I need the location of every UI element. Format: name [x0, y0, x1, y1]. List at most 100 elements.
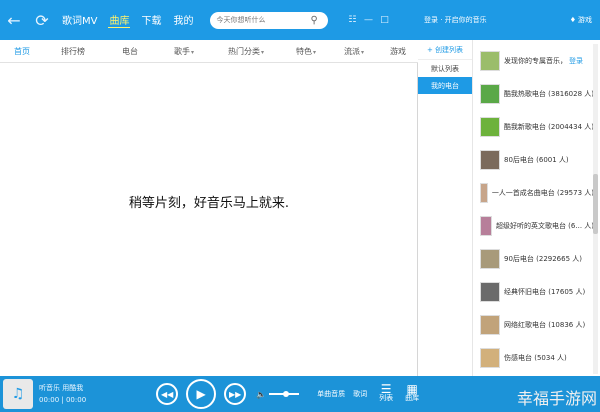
loading-message: 稍等片刻，好音乐马上就来. [128, 196, 290, 211]
search-icon[interactable]: ⚲ [310, 15, 317, 26]
list-item-my-radio[interactable]: 我的电台 [418, 77, 472, 94]
avatar [480, 281, 500, 302]
avatar [480, 116, 500, 137]
radio-name: 90后电台 (2292665 人) [504, 254, 582, 263]
list-item[interactable]: 超级好听的英文歌电台 (6... 人) [474, 209, 594, 242]
tab-radio[interactable]: 电台 [102, 46, 158, 57]
tab-genre-label: 流派 [343, 46, 360, 56]
list-item[interactable]: 一人一首成名曲电台 (29573 人) [474, 176, 594, 209]
list-item[interactable]: 酷我热歌电台 (3816028 人) [474, 77, 594, 110]
track-time: 00:00 | 00:00 [39, 396, 87, 404]
tab-special-label: 特色 [295, 46, 312, 56]
library-button[interactable]: ▦ 曲库 [405, 382, 420, 403]
radio-name: 80后电台 (6001 人) [504, 155, 569, 164]
radio-name: 经典怀旧电台 (17605 人) [504, 287, 586, 296]
top-bar: ← ⟳ 歌词MV 曲库 下载 我的 ⚲ ☷ — □ [0, 0, 418, 40]
quality-button[interactable]: 单曲音质 [317, 389, 345, 399]
refresh-icon[interactable]: ⟳ [31, 9, 53, 31]
tab-singers-label: 歌手 [173, 46, 190, 56]
avatar [480, 215, 492, 236]
tab-games[interactable]: 游戏 [378, 46, 418, 57]
player-bar: ♫ 听音乐 用酷我 00:00 | 00:00 ◀◀ ▶ ▶▶ 🔈 单曲音质 歌… [0, 376, 600, 412]
album-cover[interactable]: ♫ [3, 379, 33, 409]
avatar [480, 50, 500, 71]
play-icon: ▶ [196, 387, 206, 401]
volume-knob[interactable] [283, 391, 290, 397]
nav-library[interactable]: 曲库 [108, 12, 131, 28]
list-item[interactable]: 80后电台 (6001 人) [474, 143, 594, 176]
right-header: 登录 · 开启你的音乐 ♦ 游戏 [418, 0, 600, 40]
play-button[interactable]: ▶ [186, 379, 217, 409]
list-label: 列表 [379, 394, 394, 402]
list-item[interactable]: 网络红歌电台 (10836 人) [474, 308, 594, 341]
minimize-icon[interactable]: — [362, 14, 374, 26]
window-controls: ☷ — □ [346, 14, 390, 26]
avatar [480, 347, 500, 368]
previous-button[interactable]: ◀◀ [156, 383, 179, 405]
track-title: 听音乐 用酷我 [39, 384, 84, 392]
playlist-sidebar: + 创建列表 默认列表 我的电台 [418, 40, 473, 376]
avatar [480, 248, 500, 269]
list-item[interactable]: 90后电台 (2292665 人) [474, 242, 594, 275]
tab-special[interactable]: 特色▾ [282, 46, 330, 57]
scrollbar-thumb[interactable] [593, 174, 598, 234]
volume-slider[interactable] [269, 391, 300, 397]
chevron-down-icon: ▾ [312, 48, 316, 56]
top-nav: 歌词MV 曲库 下载 我的 [61, 12, 194, 28]
skin-icon[interactable]: ☷ [346, 14, 358, 26]
radio-name: 酷我新歌电台 (2004434 人) [503, 122, 594, 131]
watermark-text: 幸福手游网 [516, 389, 597, 408]
track-info: 听音乐 用酷我 00:00 | 00:00 [39, 382, 86, 406]
game-label: 游戏 [578, 16, 592, 24]
list-item[interactable]: 伤感电台 (5034 人) [474, 341, 594, 374]
previous-icon: ◀◀ [161, 389, 174, 399]
chevron-down-icon: ▾ [190, 48, 194, 56]
radio-name: 伤感电台 (5034 人) [504, 353, 567, 362]
category-tabs: 首页 排行榜 电台 歌手▾ 热门分类▾ 特色▾ 流派▾ 游戏 [0, 40, 418, 63]
list-icon: ☰ [380, 382, 392, 396]
login-link[interactable]: 登录 [569, 57, 583, 65]
tab-genre[interactable]: 流派▾ [330, 46, 378, 57]
chevron-down-icon: ▾ [360, 48, 364, 56]
radio-name: 超级好听的英文歌电台 (6... 人) [495, 221, 594, 230]
avatar [480, 83, 500, 104]
main-content: 稍等片刻，好音乐马上就来. [0, 63, 418, 376]
nav-mv[interactable]: 歌词MV [61, 12, 98, 28]
search-box[interactable]: ⚲ [210, 11, 329, 29]
search-input[interactable] [216, 16, 311, 24]
tab-charts[interactable]: 排行榜 [44, 46, 102, 57]
grid-icon: ▦ [406, 382, 418, 396]
lyrics-button[interactable]: 歌词 [353, 389, 367, 399]
list-button[interactable]: ☰ 列表 [379, 382, 394, 403]
radio-name: 酷我热歌电台 (3816028 人) [503, 89, 594, 98]
volume-icon: 🔈 [256, 389, 267, 399]
volume-control[interactable]: 🔈 [256, 389, 300, 399]
scrollbar[interactable] [593, 44, 598, 374]
tab-categories-label: 热门分类 [227, 46, 260, 56]
list-item[interactable]: 酷我新歌电台 (2004434 人) [474, 110, 594, 143]
back-arrow-icon[interactable]: ← [3, 9, 25, 31]
maximize-icon[interactable]: □ [378, 14, 390, 26]
player-options: 单曲音质 歌词 [317, 389, 367, 399]
radio-name: 网络红歌电台 (10836 人) [504, 320, 586, 329]
nav-download[interactable]: 下载 [140, 12, 162, 28]
radio-name: 发现你的专属音乐， [504, 56, 567, 65]
playback-controls: ◀◀ ▶ ▶▶ [156, 379, 247, 409]
avatar [480, 314, 500, 335]
tab-singers[interactable]: 歌手▾ [158, 46, 210, 57]
nav-mine[interactable]: 我的 [172, 12, 194, 28]
next-icon: ▶▶ [229, 389, 242, 399]
avatar [480, 182, 488, 203]
library-label: 曲库 [405, 394, 420, 402]
chevron-down-icon: ▾ [260, 48, 264, 56]
list-item[interactable]: 经典怀旧电台 (17605 人) [474, 275, 594, 308]
game-link[interactable]: ♦ 游戏 [570, 15, 592, 25]
list-item[interactable]: 发现你的专属音乐， 登录 [474, 44, 594, 77]
login-link[interactable]: 登录 · 开启你的音乐 [424, 15, 487, 25]
next-button[interactable]: ▶▶ [224, 383, 247, 405]
create-list-button[interactable]: + 创建列表 [418, 40, 472, 60]
tab-categories[interactable]: 热门分类▾ [210, 46, 282, 57]
list-item-default[interactable]: 默认列表 [418, 60, 472, 77]
avatar [480, 149, 500, 170]
tab-home[interactable]: 首页 [0, 46, 44, 57]
